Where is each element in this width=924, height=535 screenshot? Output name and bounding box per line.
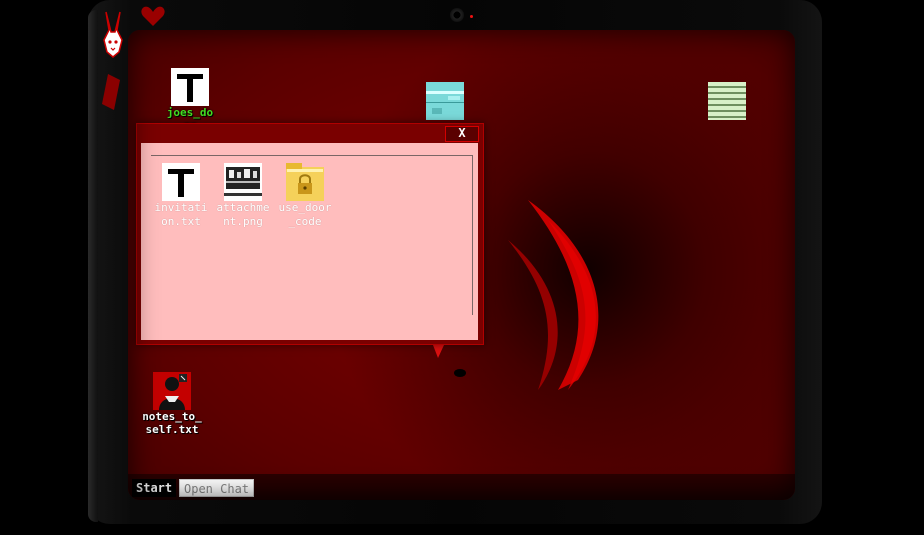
bezel-edge (88, 10, 98, 522)
document-stack-icon (708, 82, 746, 120)
window-content: invitation.txt attachment.png use_door_c… (141, 143, 478, 340)
file-icon-attachment[interactable]: attachment.png (215, 163, 271, 229)
desktop-icon-label: notes_to_self.txt (142, 410, 202, 436)
camera-led-icon (470, 15, 473, 18)
locked-folder-icon (286, 163, 324, 201)
photo-file-icon (153, 372, 191, 410)
open-chat-button[interactable]: Open Chat (179, 479, 255, 497)
heart-icon (141, 6, 165, 26)
file-explorer-window: X invitation.txt attachment.png use_door… (136, 123, 484, 345)
text-file-icon (171, 68, 209, 106)
image-file-icon (426, 82, 464, 120)
file-label: use_door_code (278, 201, 332, 228)
text-file-icon (162, 163, 200, 201)
window-divider (151, 155, 473, 156)
desktop-screen: joes_dogg (128, 30, 795, 500)
image-file-icon (224, 163, 262, 201)
file-label: invitation.txt (154, 201, 208, 228)
desktop-icon-documents[interactable] (708, 82, 748, 120)
taskbar: Start Open Chat (128, 474, 795, 500)
file-icon-invitation[interactable]: invitation.txt (153, 163, 209, 229)
camera-icon (450, 8, 464, 22)
window-divider-vertical (472, 155, 473, 315)
rabbit-logo-icon (103, 11, 123, 58)
diamond-icon (102, 74, 120, 110)
file-icon-use-door-code[interactable]: use_door_code (277, 163, 333, 229)
file-label: attachment.png (216, 201, 270, 228)
desktop-icon-notes-to-self[interactable]: notes_to_self.txt (140, 372, 204, 436)
start-button[interactable]: Start (132, 479, 177, 497)
desktop-icon-image[interactable] (426, 82, 466, 120)
window-close-button[interactable]: X (445, 126, 479, 142)
